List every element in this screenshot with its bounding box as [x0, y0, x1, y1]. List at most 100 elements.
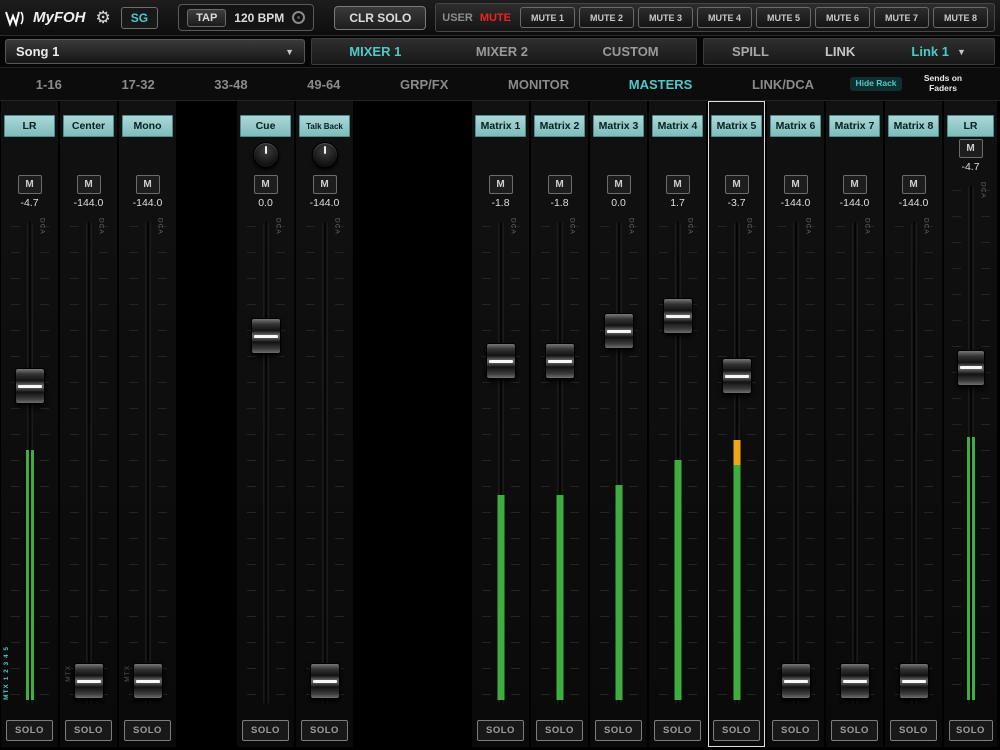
channel-strip-matrix-6[interactable]: Matrix 6M-144.0DCASOLO: [767, 101, 824, 747]
sg-button[interactable]: SG: [121, 7, 158, 29]
channel-name-label[interactable]: LR: [947, 115, 994, 137]
level-knob[interactable]: [312, 142, 338, 168]
channel-strip-matrix-3[interactable]: Matrix 3M0.0DCASOLO: [590, 101, 647, 747]
spill-button[interactable]: SPILL: [732, 44, 769, 59]
solo-button[interactable]: SOLO: [124, 720, 171, 741]
fader-handle[interactable]: [899, 663, 929, 699]
mute-button[interactable]: M: [313, 175, 337, 194]
tab-mixer-2[interactable]: MIXER 2: [476, 44, 528, 59]
bank-tab-grp-fx[interactable]: GRP/FX: [400, 77, 448, 92]
mute-group-4-button[interactable]: MUTE 4: [697, 7, 752, 28]
link-button[interactable]: LINK: [825, 44, 855, 59]
solo-button[interactable]: SOLO: [949, 720, 993, 741]
fader-handle[interactable]: [133, 663, 163, 699]
channel-name-label[interactable]: Matrix 3: [593, 115, 644, 137]
mute-group-5-button[interactable]: MUTE 5: [756, 7, 811, 28]
solo-button[interactable]: SOLO: [536, 720, 583, 741]
fader-track[interactable]: [911, 222, 916, 704]
channel-strip-matrix-1[interactable]: Matrix 1M-1.8DCASOLO: [472, 101, 529, 747]
solo-button[interactable]: SOLO: [477, 720, 524, 741]
fader-handle[interactable]: [663, 298, 693, 334]
solo-button[interactable]: SOLO: [772, 720, 819, 741]
bank-tab-49-64[interactable]: 49-64: [307, 77, 340, 92]
channel-strip-talk-back[interactable]: Talk BackM-144.0DCASOLO: [296, 101, 353, 747]
mute-button[interactable]: M: [843, 175, 867, 194]
tap-tempo-button[interactable]: TAP: [187, 9, 226, 27]
channel-strip-cue[interactable]: CueM0.0DCASOLO: [237, 101, 294, 747]
sends-on-faders-button[interactable]: Sends on Faders: [910, 72, 976, 96]
link-selector[interactable]: Link 1 ▼: [911, 44, 966, 59]
channel-strip-matrix-8[interactable]: Matrix 8M-144.0DCASOLO: [885, 101, 942, 747]
fader-handle[interactable]: [74, 663, 104, 699]
fader-track[interactable]: [322, 222, 327, 704]
fader-handle[interactable]: [15, 368, 45, 404]
mute-group-1-button[interactable]: MUTE 1: [520, 7, 575, 28]
song-selector[interactable]: Song 1 ▼: [5, 39, 305, 64]
channel-strip-matrix-2[interactable]: Matrix 2M-1.8DCASOLO: [531, 101, 588, 747]
tab-custom[interactable]: CUSTOM: [603, 44, 659, 59]
fader-handle[interactable]: [251, 318, 281, 354]
fader-handle[interactable]: [604, 313, 634, 349]
mute-button[interactable]: M: [77, 175, 101, 194]
mute-button[interactable]: M: [959, 139, 983, 158]
solo-button[interactable]: SOLO: [595, 720, 642, 741]
mute-button[interactable]: M: [489, 175, 513, 194]
mute-group-8-button[interactable]: MUTE 8: [933, 7, 988, 28]
solo-button[interactable]: SOLO: [242, 720, 289, 741]
mute-button[interactable]: M: [18, 175, 42, 194]
channel-strip-lr[interactable]: LRM-4.7DCAMTX 1 2 3 4 5SOLO: [1, 101, 58, 747]
fader-track[interactable]: [793, 222, 798, 704]
fader-track[interactable]: [86, 222, 91, 704]
solo-button[interactable]: SOLO: [6, 720, 53, 741]
solo-button[interactable]: SOLO: [301, 720, 348, 741]
mute-button[interactable]: M: [607, 175, 631, 194]
mute-group-7-button[interactable]: MUTE 7: [874, 7, 929, 28]
channel-name-label[interactable]: Center: [63, 115, 114, 137]
mute-group-3-button[interactable]: MUTE 3: [638, 7, 693, 28]
fader-handle[interactable]: [957, 350, 985, 386]
bank-tab-masters[interactable]: MASTERS: [629, 77, 693, 92]
mute-button[interactable]: M: [666, 175, 690, 194]
channel-name-label[interactable]: LR: [4, 115, 55, 137]
bank-tab-1-16[interactable]: 1-16: [36, 77, 62, 92]
fader-track[interactable]: [263, 222, 268, 704]
mute-group-6-button[interactable]: MUTE 6: [815, 7, 870, 28]
solo-button[interactable]: SOLO: [831, 720, 878, 741]
channel-strip-matrix-5[interactable]: Matrix 5M-3.7DCASOLO: [708, 101, 765, 747]
bank-tab-17-32[interactable]: 17-32: [121, 77, 154, 92]
channel-name-label[interactable]: Talk Back: [299, 115, 350, 137]
channel-strip-matrix-7[interactable]: Matrix 7M-144.0DCASOLO: [826, 101, 883, 747]
channel-name-label[interactable]: Matrix 4: [652, 115, 703, 137]
tap-indicator-knob[interactable]: [292, 11, 305, 24]
mute-button[interactable]: M: [548, 175, 572, 194]
solo-button[interactable]: SOLO: [65, 720, 112, 741]
mute-button[interactable]: M: [254, 175, 278, 194]
bank-tab-monitor[interactable]: MONITOR: [508, 77, 569, 92]
fader-handle[interactable]: [722, 358, 752, 394]
bank-tab-link-dca[interactable]: LINK/DCA: [752, 77, 814, 92]
clear-solo-button[interactable]: CLR SOLO: [334, 6, 426, 30]
fader-handle[interactable]: [486, 343, 516, 379]
solo-button[interactable]: SOLO: [654, 720, 701, 741]
settings-gear-icon[interactable]: ⚙: [96, 8, 111, 28]
bank-tab-33-48[interactable]: 33-48: [214, 77, 247, 92]
channel-name-label[interactable]: Matrix 7: [829, 115, 880, 137]
solo-button[interactable]: SOLO: [890, 720, 937, 741]
fader-handle[interactable]: [545, 343, 575, 379]
tab-mixer-1[interactable]: MIXER 1: [349, 44, 401, 59]
channel-name-label[interactable]: Cue: [240, 115, 291, 137]
fader-handle[interactable]: [840, 663, 870, 699]
mute-button[interactable]: M: [136, 175, 160, 194]
channel-name-label[interactable]: Matrix 8: [888, 115, 939, 137]
channel-strip-center[interactable]: CenterM-144.0DCAMTXSOLO: [60, 101, 117, 747]
bpm-display[interactable]: 120 BPM: [234, 11, 284, 25]
channel-strip-lr-right[interactable]: LRM-4.7DCASOLO: [944, 101, 997, 747]
channel-strip-matrix-4[interactable]: Matrix 4M1.7DCASOLO: [649, 101, 706, 747]
mute-button[interactable]: M: [902, 175, 926, 194]
fader-track[interactable]: [852, 222, 857, 704]
solo-button[interactable]: SOLO: [713, 720, 760, 741]
level-knob[interactable]: [253, 142, 279, 168]
mute-button[interactable]: M: [784, 175, 808, 194]
channel-name-label[interactable]: Matrix 5: [711, 115, 762, 137]
channel-name-label[interactable]: Mono: [122, 115, 173, 137]
